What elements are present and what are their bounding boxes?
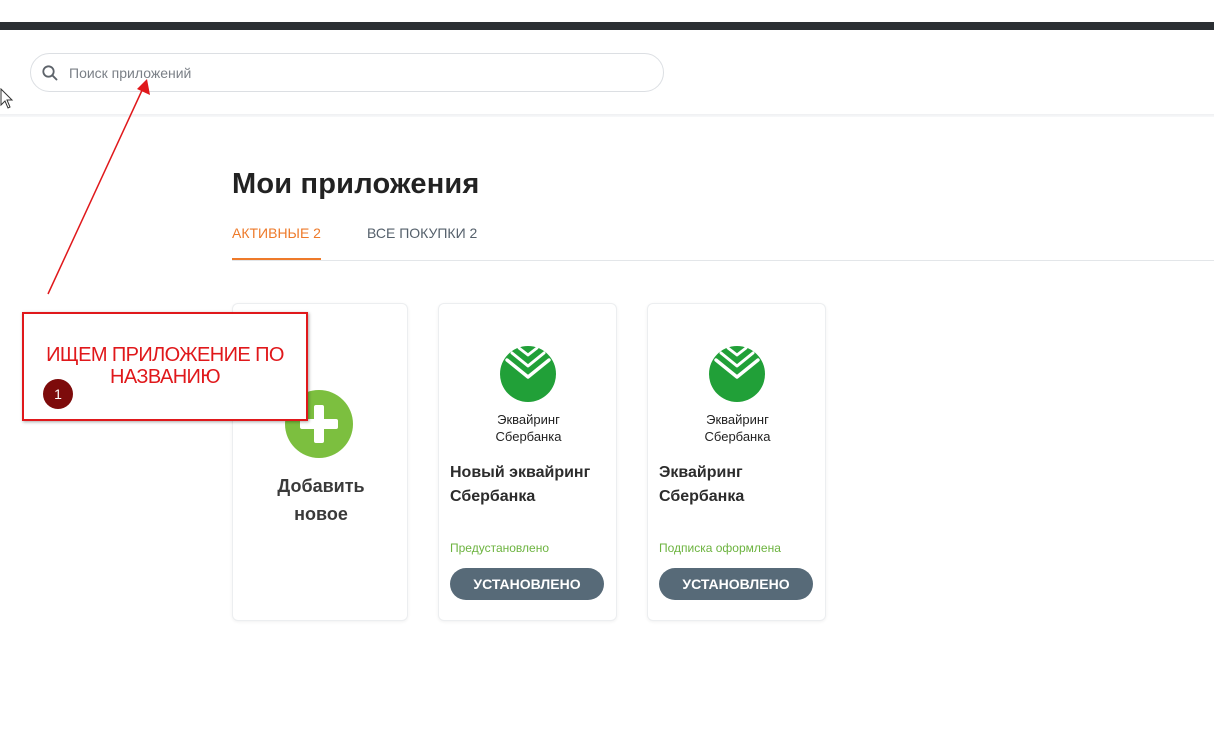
app-name-line2: Сбербанка xyxy=(450,488,536,505)
installed-button[interactable]: УСТАНОВЛЕНО xyxy=(659,568,813,600)
page-title: Мои приложения xyxy=(232,168,480,200)
logo-caption-line2: Сбербанка xyxy=(495,429,562,444)
app-name-line2: Сбербанка xyxy=(659,488,745,505)
search-icon xyxy=(42,65,58,81)
header-divider xyxy=(0,114,1214,117)
app-logo-caption: Эквайринг Сбербанка xyxy=(439,411,618,445)
app-card[interactable]: Эквайринг Сбербанка Эквайринг Сбербанка … xyxy=(647,303,826,621)
logo-caption-line1: Эквайринг xyxy=(497,412,560,427)
top-bar xyxy=(0,22,1214,30)
annotation-callout: ИЩЕМ ПРИЛОЖЕНИЕ ПО НАЗВАНИЮ 1 xyxy=(22,312,308,421)
logo-caption-line2: Сбербанка xyxy=(704,429,771,444)
app-status: Предустановлено xyxy=(450,541,549,555)
app-logo-caption: Эквайринг Сбербанка xyxy=(648,411,827,445)
app-name-line1: Новый эквайринг xyxy=(450,464,591,481)
add-new-label: Добавить новое xyxy=(233,472,409,528)
search-input[interactable] xyxy=(69,54,649,91)
app-name-line1: Эквайринг xyxy=(659,464,743,481)
logo-caption-line1: Эквайринг xyxy=(706,412,769,427)
tabs-divider xyxy=(232,260,1214,261)
app-name: Новый эквайринг Сбербанка xyxy=(450,461,610,509)
step-number-badge: 1 xyxy=(43,379,73,409)
app-card[interactable]: Эквайринг Сбербанка Новый эквайринг Сбер… xyxy=(438,303,617,621)
mouse-cursor-icon xyxy=(0,88,14,109)
annotation-line1: ИЩЕМ ПРИЛОЖЕНИЕ ПО xyxy=(46,344,284,366)
search-box[interactable] xyxy=(30,53,664,92)
installed-button[interactable]: УСТАНОВЛЕНО xyxy=(450,568,604,600)
sberbank-logo-icon xyxy=(500,346,556,402)
tab-all-purchases[interactable]: ВСЕ ПОКУПКИ 2 xyxy=(367,224,477,260)
app-name: Эквайринг Сбербанка xyxy=(659,461,819,509)
tab-active[interactable]: АКТИВНЫЕ 2 xyxy=(232,224,321,260)
app-status: Подписка оформлена xyxy=(659,541,781,555)
add-label-line1: Добавить xyxy=(277,476,365,496)
sberbank-logo-icon xyxy=(709,346,765,402)
tabs: АКТИВНЫЕ 2 ВСЕ ПОКУПКИ 2 xyxy=(232,224,1214,261)
add-label-line2: новое xyxy=(294,504,348,524)
